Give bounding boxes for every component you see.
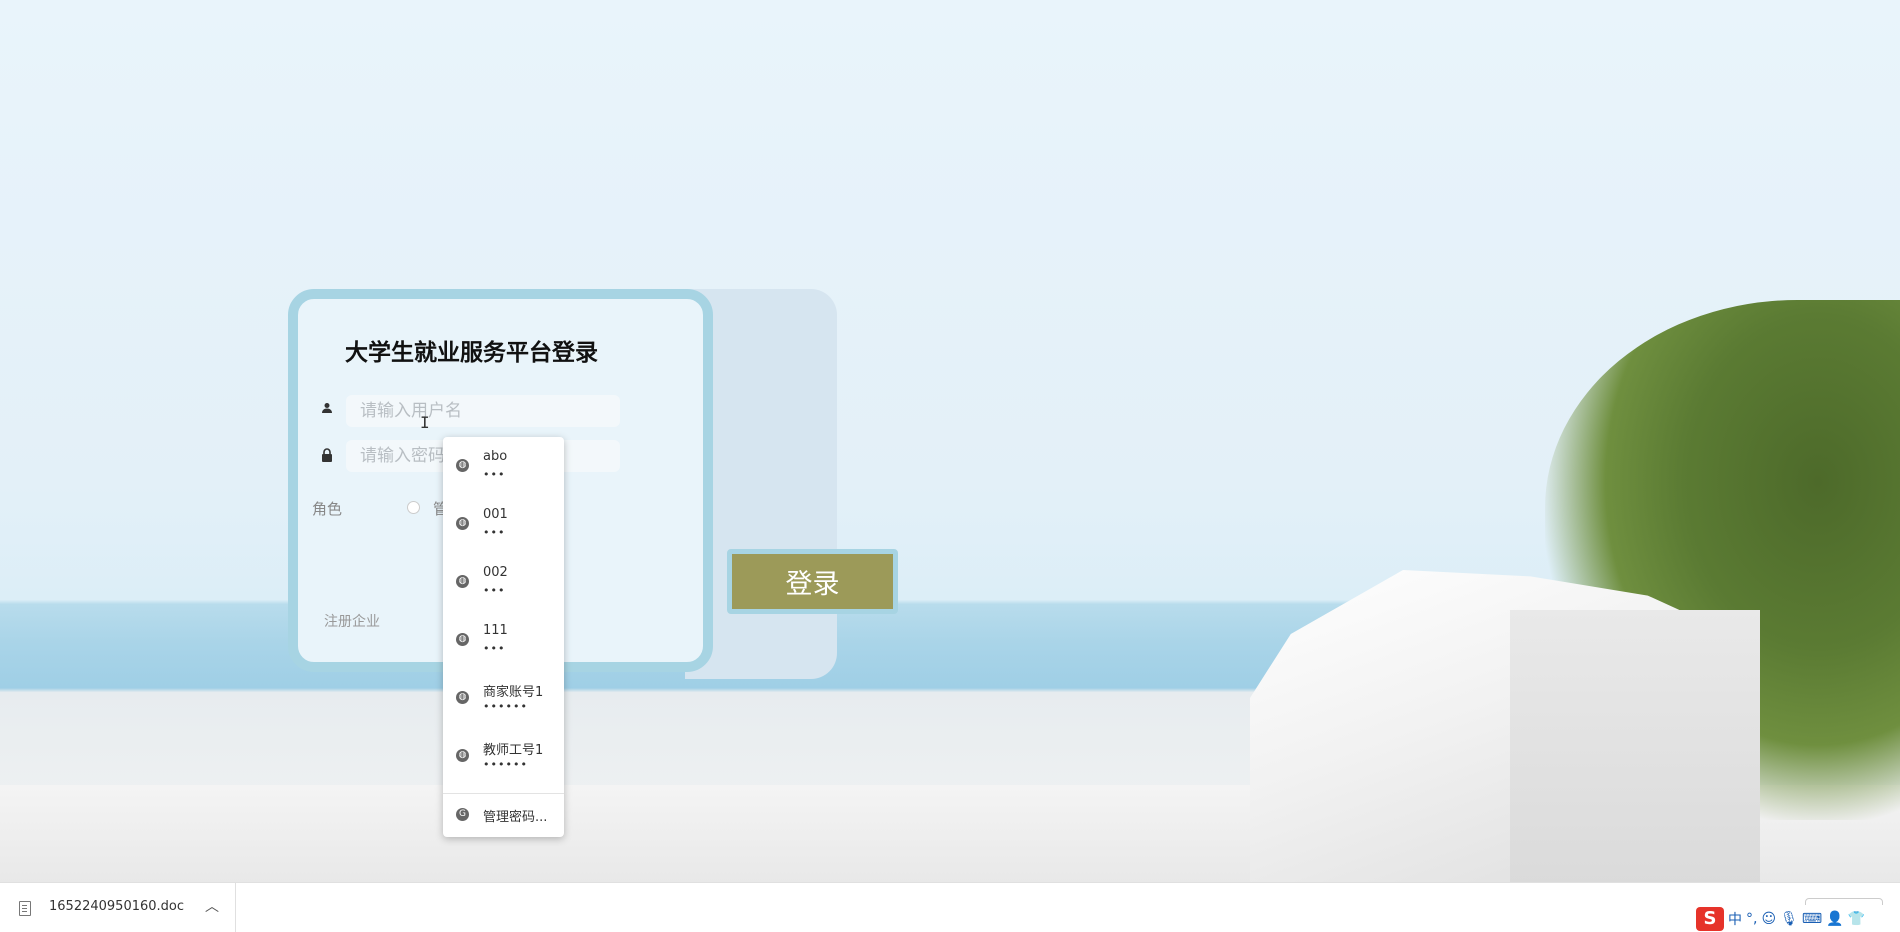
download-item[interactable]: 1652240950160.doc ︿ xyxy=(0,883,236,932)
autofill-password-mask: ••• xyxy=(483,642,506,655)
globe-icon: ◍ xyxy=(456,459,469,472)
autofill-item[interactable]: ◍ 001 ••• xyxy=(443,495,564,549)
download-bar: 1652240950160.doc ︿ 全部显示 xyxy=(0,882,1900,932)
autofill-username: 002 xyxy=(483,565,508,580)
autofill-item[interactable]: ◍ 002 ••• xyxy=(443,553,564,607)
ime-mode-label[interactable]: 中 xyxy=(1728,909,1742,929)
keyboard-icon[interactable]: ⌨ xyxy=(1802,911,1822,927)
white-rock-face xyxy=(1510,610,1760,882)
user-icon xyxy=(318,402,336,420)
globe-icon: ◍ xyxy=(456,633,469,646)
autofill-username: 商家账号1 xyxy=(483,685,544,700)
text-cursor-icon: I xyxy=(420,413,430,432)
user-account-icon[interactable]: 👤 xyxy=(1826,911,1843,927)
download-file-name: 1652240950160.doc xyxy=(49,899,185,914)
google-icon: G xyxy=(456,808,469,821)
globe-icon: ◍ xyxy=(456,517,469,530)
autofill-username: 111 xyxy=(483,623,508,638)
autofill-username: abo xyxy=(483,449,508,464)
autofill-password-mask: •••••• xyxy=(483,758,528,771)
emoji-icon[interactable]: ☺ xyxy=(1761,911,1776,927)
login-button[interactable]: 登录 xyxy=(727,549,898,614)
ime-punct-label[interactable]: °, xyxy=(1746,911,1757,927)
chevron-up-icon[interactable]: ︿ xyxy=(205,896,219,916)
autofill-password-mask: ••• xyxy=(483,584,506,597)
autofill-item[interactable]: ◍ 商家账号1 •••••• xyxy=(443,669,564,723)
role-label: 角色 xyxy=(312,500,343,518)
autofill-item[interactable]: ◍ 教师工号1 •••••• xyxy=(443,727,564,781)
autofill-password-mask: •••••• xyxy=(483,700,528,713)
microphone-icon[interactable]: 🎙 xyxy=(1780,911,1798,927)
autofill-password-mask: ••• xyxy=(483,468,506,481)
globe-icon: ◍ xyxy=(456,691,469,704)
background-scene xyxy=(0,0,1900,882)
register-company-link[interactable]: 注册企业 xyxy=(324,611,380,631)
doc-file-icon xyxy=(19,901,31,916)
manage-passwords-item[interactable]: G 管理密码... xyxy=(443,794,564,834)
autofill-item[interactable]: ◍ abo ••• xyxy=(443,437,564,491)
skin-shirt-icon[interactable]: 👕 xyxy=(1848,911,1865,927)
autofill-item[interactable]: ◍ 111 ••• xyxy=(443,611,564,665)
globe-icon: ◍ xyxy=(456,749,469,762)
globe-icon: ◍ xyxy=(456,575,469,588)
username-input[interactable] xyxy=(346,395,620,427)
lock-icon xyxy=(318,448,336,466)
autofill-dropdown: ◍ abo ••• ◍ 001 ••• ◍ 002 ••• ◍ 111 ••• … xyxy=(443,437,564,837)
role-radio-admin[interactable] xyxy=(407,501,420,514)
ime-toolbar: S 中 °, ☺ 🎙 ⌨ 👤 👕 xyxy=(1692,905,1900,932)
autofill-username: 教师工号1 xyxy=(483,743,544,758)
autofill-username: 001 xyxy=(483,507,508,522)
autofill-password-mask: ••• xyxy=(483,526,506,539)
manage-passwords-label: 管理密码... xyxy=(483,810,548,825)
page-title: 大学生就业服务平台登录 xyxy=(345,340,598,366)
sogou-logo-icon[interactable]: S xyxy=(1696,906,1724,931)
